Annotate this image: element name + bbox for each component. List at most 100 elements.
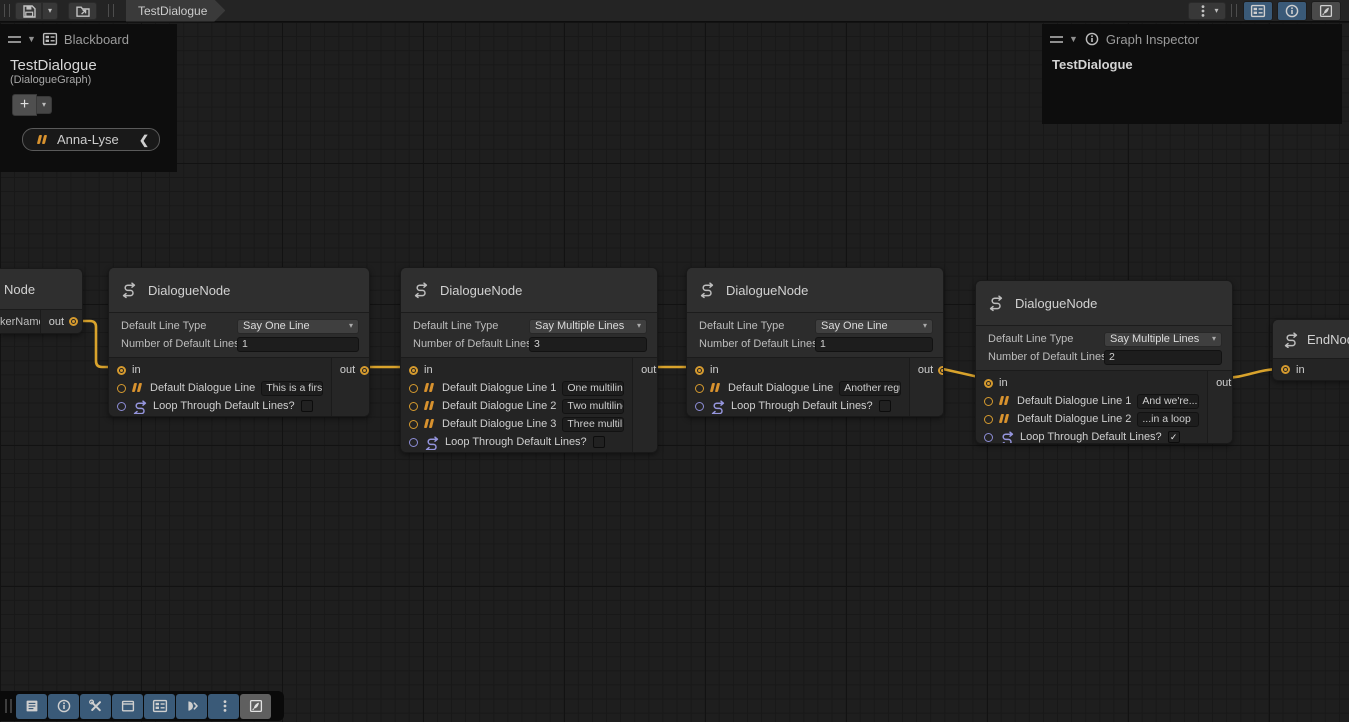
in-port[interactable] bbox=[117, 366, 126, 375]
dropdown-arrow-icon: ▾ bbox=[42, 101, 46, 109]
graph-inspector-header[interactable]: ▼ Graph Inspector bbox=[1042, 24, 1342, 51]
loop-icon bbox=[710, 399, 725, 414]
dialogue-line-value: Three multilin bbox=[567, 418, 624, 430]
dialogue-line-port[interactable] bbox=[409, 402, 418, 411]
node-header[interactable]: DialogueNode bbox=[976, 281, 1232, 325]
quote-icon bbox=[132, 383, 144, 393]
out-port[interactable] bbox=[938, 366, 944, 375]
blackboard-header[interactable]: ▼ Blackboard bbox=[0, 24, 177, 51]
dialogue-line-field[interactable]: This is a first bbox=[261, 381, 323, 396]
in-port[interactable] bbox=[695, 366, 704, 375]
collapse-arrow-icon[interactable]: ▼ bbox=[1069, 35, 1078, 44]
window-button[interactable] bbox=[112, 694, 143, 719]
quote-icon bbox=[710, 383, 722, 393]
blackboard-toggle-button[interactable] bbox=[1243, 1, 1273, 21]
dialogue-node-1[interactable]: DialogueNode Default Line Type Say One L… bbox=[108, 267, 370, 417]
out-port[interactable] bbox=[69, 317, 78, 326]
dialogue-node-2[interactable]: DialogueNode Default Line Type Say Multi… bbox=[400, 267, 658, 453]
breadcrumb-tab-testdialogue[interactable]: TestDialogue bbox=[126, 0, 225, 22]
node-header[interactable]: DialogueNode bbox=[401, 268, 657, 312]
dialogue-line-field[interactable]: And we're... bbox=[1137, 394, 1199, 409]
num-lines-field[interactable]: 1 bbox=[815, 337, 933, 352]
graph-inspector-toggle-button[interactable] bbox=[1277, 1, 1307, 21]
loop-checkbox-checked[interactable]: ✓ bbox=[1168, 431, 1180, 443]
dialogue-line-port[interactable] bbox=[695, 384, 704, 393]
dialogue-node-3[interactable]: DialogueNode Default Line Type Say One L… bbox=[686, 267, 944, 417]
speaker-name-label-fragment: kerName bbox=[0, 316, 40, 328]
dialogue-line-value: And we're... bbox=[1142, 395, 1197, 407]
node-header[interactable]: DialogueNode bbox=[109, 268, 369, 312]
loop-bool-port[interactable] bbox=[117, 402, 126, 411]
node-header[interactable]: EndNode bbox=[1273, 320, 1349, 358]
dialogue-line-field[interactable]: Two multiline bbox=[562, 399, 624, 414]
in-port[interactable] bbox=[409, 366, 418, 375]
dialogue-node-icon bbox=[121, 281, 139, 299]
line-type-label: Default Line Type bbox=[121, 320, 237, 332]
dialogue-line-port[interactable] bbox=[409, 420, 418, 429]
num-lines-label: Number of Default Lines bbox=[413, 338, 529, 350]
node-header[interactable]: Node bbox=[0, 269, 82, 309]
tools-icon bbox=[88, 698, 104, 714]
blackboard-button[interactable] bbox=[144, 694, 175, 719]
num-lines-label: Number of Default Lines bbox=[121, 338, 237, 350]
dialogue-line-port[interactable] bbox=[117, 384, 126, 393]
property-name: Anna-Lyse bbox=[57, 132, 131, 147]
dialogue-line-field[interactable]: Three multilin bbox=[562, 417, 624, 432]
dialogue-line-field[interactable]: Another regu bbox=[839, 381, 901, 396]
info-panel-button[interactable] bbox=[48, 694, 79, 719]
open-button[interactable] bbox=[68, 2, 97, 20]
drag-handle-icon[interactable] bbox=[1050, 36, 1063, 43]
dialogue-line-value: This is a first bbox=[266, 382, 323, 394]
blackboard-icon bbox=[42, 31, 58, 47]
dialogue-node-4[interactable]: DialogueNode Default Line Type Say Multi… bbox=[975, 280, 1233, 444]
node-header[interactable]: DialogueNode bbox=[687, 268, 943, 312]
quill-button[interactable] bbox=[240, 694, 271, 719]
dropdown-arrow-icon: ▾ bbox=[1214, 7, 1218, 15]
doc-list-button[interactable] bbox=[16, 694, 47, 719]
drag-handle-icon[interactable] bbox=[5, 699, 12, 713]
out-port[interactable] bbox=[360, 366, 369, 375]
add-property-button[interactable]: + bbox=[12, 94, 37, 116]
collapse-arrow-icon[interactable]: ▼ bbox=[27, 35, 36, 44]
loop-bool-port[interactable] bbox=[695, 402, 704, 411]
end-node[interactable]: EndNode in bbox=[1272, 319, 1349, 381]
loop-bool-port[interactable] bbox=[984, 433, 993, 442]
loop-checkbox[interactable] bbox=[593, 436, 605, 448]
blackboard-property-anna-lyse[interactable]: Anna-Lyse ❮ bbox=[22, 128, 160, 151]
dialogue-play-button[interactable] bbox=[176, 694, 207, 719]
toolbar-drag-handle[interactable] bbox=[4, 4, 10, 17]
line-type-label: Default Line Type bbox=[699, 320, 815, 332]
chevron-left-icon[interactable]: ❮ bbox=[139, 133, 149, 147]
dialogue-line-field[interactable]: One multiline bbox=[562, 381, 624, 396]
save-button[interactable] bbox=[15, 2, 42, 20]
in-port-label: in bbox=[710, 364, 719, 376]
save-options-button[interactable]: ▾ bbox=[42, 2, 58, 20]
line-type-dropdown[interactable]: Say Multiple Lines ▾ bbox=[1104, 332, 1222, 347]
dialogue-line-port[interactable] bbox=[984, 397, 993, 406]
drag-handle-icon[interactable] bbox=[8, 36, 21, 43]
loop-checkbox[interactable] bbox=[301, 400, 313, 412]
quill-toggle-button[interactable] bbox=[1311, 1, 1341, 21]
loop-icon bbox=[132, 399, 147, 414]
loop-bool-port[interactable] bbox=[409, 438, 418, 447]
num-lines-field[interactable]: 3 bbox=[529, 337, 647, 352]
tools-button[interactable] bbox=[80, 694, 111, 719]
line-type-dropdown[interactable]: Say One Line ▾ bbox=[815, 319, 933, 334]
num-lines-field[interactable]: 1 bbox=[237, 337, 359, 352]
dialogue-line-field[interactable]: ...in a loop bbox=[1137, 412, 1199, 427]
loop-checkbox[interactable] bbox=[879, 400, 891, 412]
in-port[interactable] bbox=[1281, 365, 1290, 374]
add-property-options-button[interactable]: ▾ bbox=[37, 96, 52, 114]
start-node-partial[interactable]: Node kerName out bbox=[0, 268, 83, 334]
dialogue-line-port[interactable] bbox=[984, 415, 993, 424]
loop-label: Loop Through Default Lines? bbox=[731, 400, 873, 412]
more-button[interactable] bbox=[208, 694, 239, 719]
line-type-dropdown[interactable]: Say One Line ▾ bbox=[237, 319, 359, 334]
dialogue-line-port[interactable] bbox=[409, 384, 418, 393]
in-port-label: in bbox=[424, 364, 433, 376]
more-options-button[interactable]: ▾ bbox=[1188, 2, 1226, 20]
num-lines-field[interactable]: 2 bbox=[1104, 350, 1222, 365]
line-type-dropdown[interactable]: Say Multiple Lines ▾ bbox=[529, 319, 647, 334]
in-port[interactable] bbox=[984, 379, 993, 388]
info-icon bbox=[1084, 31, 1100, 47]
